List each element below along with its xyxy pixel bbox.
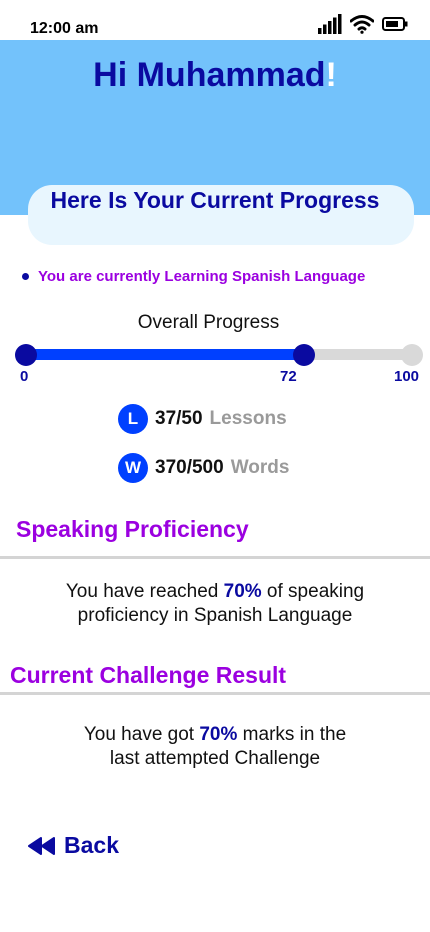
- speaking-proficiency-text: You have reached 70% of speaking profici…: [0, 580, 430, 628]
- challenge-text-line2: last attempted Challenge: [109, 748, 321, 769]
- challenge-result-title: Current Challenge Result: [10, 662, 287, 688]
- challenge-divider: [0, 692, 430, 695]
- progress-heading: Here Is Your Current Progress: [50, 187, 380, 213]
- progress-start-knob: [15, 344, 37, 366]
- status-icons: [318, 14, 408, 34]
- lessons-unit: Lessons: [209, 408, 287, 429]
- status-bar: 12:00 am: [0, 0, 430, 40]
- lessons-badge-icon: L: [118, 404, 148, 434]
- back-button[interactable]: Back: [28, 832, 119, 859]
- progress-max-label: 100: [394, 368, 420, 385]
- battery-icon: [382, 17, 408, 31]
- wifi-icon: [350, 15, 374, 34]
- bullet-icon: [22, 273, 29, 280]
- speaking-text-after: of speaking: [261, 581, 365, 602]
- speaking-proficiency-title: Speaking Proficiency: [16, 516, 249, 542]
- speaking-percentage: 70%: [223, 581, 262, 602]
- words-count: 370/500: [155, 457, 224, 478]
- progress-current-knob: [292, 344, 315, 366]
- challenge-text-after: marks in the: [237, 724, 347, 745]
- status-time: 12:00 am: [30, 20, 99, 37]
- words-unit: Words: [230, 457, 290, 478]
- words-badge-icon: W: [118, 453, 148, 483]
- words-stat: W 370/500 Words: [118, 453, 289, 483]
- rewind-icon: [28, 836, 55, 855]
- speaking-divider: [0, 556, 430, 559]
- greeting-text: Hi Muhammad: [93, 56, 326, 94]
- greeting-exclamation: !: [325, 56, 337, 94]
- speaking-text-before: You have reached: [65, 581, 224, 602]
- challenge-percentage: 70%: [199, 724, 238, 745]
- greeting-title: Hi Muhammad!: [0, 56, 430, 95]
- progress-value-label: 72: [280, 368, 297, 385]
- speaking-text-line2: proficiency in Spanish Language: [77, 605, 353, 626]
- signal-icon: [318, 14, 342, 34]
- challenge-text-before: You have got: [83, 724, 200, 745]
- progress-min-label: 0: [20, 368, 29, 385]
- back-label: Back: [64, 832, 119, 858]
- overall-progress-label: Overall Progress: [137, 312, 280, 333]
- learning-language-text: You are currently Learning Spanish Langu…: [38, 268, 366, 285]
- lessons-stat: L 37/50 Lessons: [118, 404, 287, 434]
- challenge-result-text: You have got 70% marks in the last attem…: [0, 723, 430, 771]
- progress-end-knob: [401, 344, 423, 366]
- overall-progress-track: [26, 349, 412, 360]
- overall-progress-fill: [26, 349, 304, 360]
- lessons-count: 37/50: [155, 408, 203, 429]
- learning-language-note: You are currently Learning Spanish Langu…: [22, 268, 365, 285]
